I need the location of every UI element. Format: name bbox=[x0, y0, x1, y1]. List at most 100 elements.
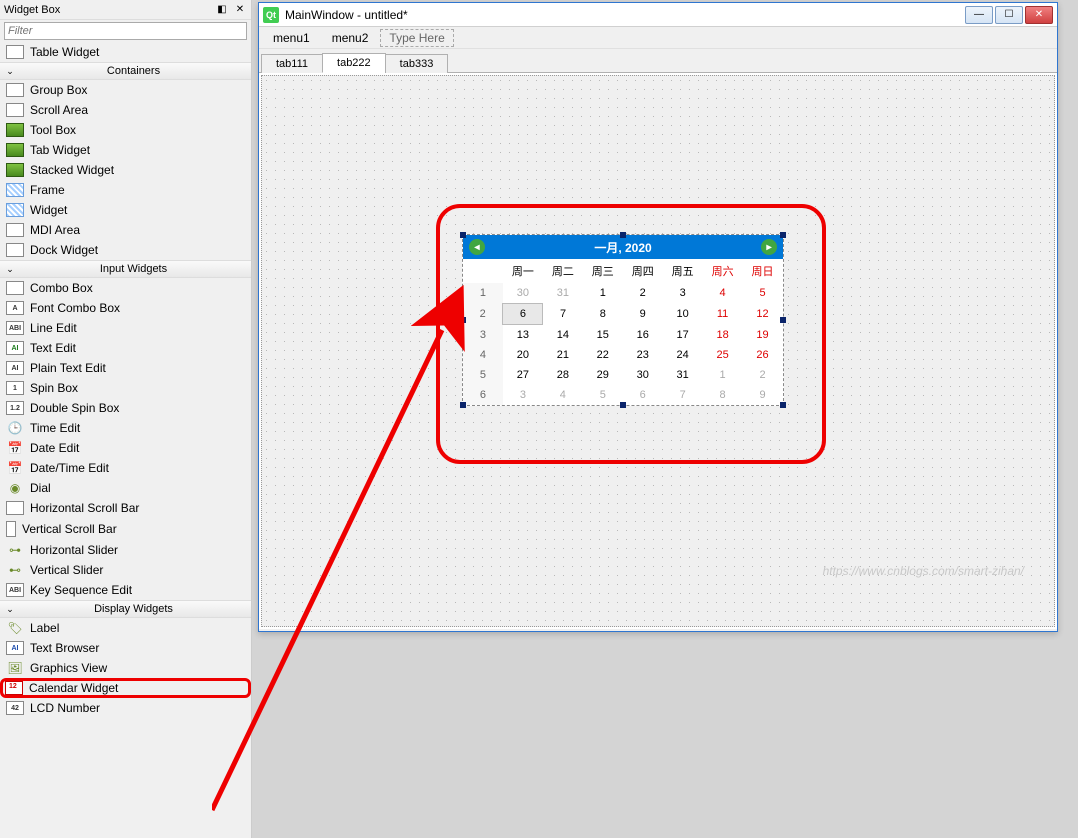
widget-date-edit[interactable]: 📅Date Edit bbox=[0, 438, 251, 458]
widget-horizontal-slider[interactable]: ⊶Horizontal Slider bbox=[0, 540, 251, 560]
calendar-day[interactable]: 25 bbox=[703, 345, 743, 365]
resize-handle[interactable] bbox=[780, 232, 786, 238]
calendar-day[interactable]: 20 bbox=[503, 345, 543, 365]
calendar-day[interactable]: 22 bbox=[583, 345, 623, 365]
calendar-day[interactable]: 9 bbox=[623, 304, 663, 325]
calendar-day[interactable]: 29 bbox=[583, 365, 623, 385]
calendar-widget[interactable]: ◂ 一月, 2020 ▸ 周一周二周三周四周五周六周日 130311234526… bbox=[462, 234, 784, 406]
widget-text-browser[interactable]: AIText Browser bbox=[0, 638, 251, 658]
calendar-day[interactable]: 3 bbox=[663, 283, 703, 304]
calendar-day[interactable]: 23 bbox=[623, 345, 663, 365]
section-input-widgets[interactable]: ⌄Input Widgets bbox=[0, 260, 251, 278]
widget-text-edit[interactable]: AIText Edit bbox=[0, 338, 251, 358]
widget-plain-text-edit[interactable]: AIPlain Text Edit bbox=[0, 358, 251, 378]
calendar-day[interactable]: 18 bbox=[703, 325, 743, 346]
widget-dock-widget[interactable]: Dock Widget bbox=[0, 240, 251, 260]
calendar-day[interactable]: 8 bbox=[583, 304, 623, 325]
widget-graphics-view[interactable]: 🖼Graphics View bbox=[0, 658, 251, 678]
widget-scroll-area[interactable]: Scroll Area bbox=[0, 100, 251, 120]
widget-lcd-number[interactable]: 42LCD Number bbox=[0, 698, 251, 718]
widget-font-combo-box[interactable]: AFont Combo Box bbox=[0, 298, 251, 318]
calendar-day[interactable]: 8 bbox=[703, 385, 743, 405]
resize-handle[interactable] bbox=[460, 232, 466, 238]
calendar-day[interactable]: 1 bbox=[583, 283, 623, 304]
close-icon[interactable]: ✕ bbox=[233, 3, 247, 17]
widget-calendar-widget[interactable]: Calendar Widget bbox=[0, 678, 251, 698]
calendar-day[interactable]: 16 bbox=[623, 325, 663, 346]
widget-horizontal-scroll-bar[interactable]: Horizontal Scroll Bar bbox=[0, 498, 251, 518]
widget-vertical-scroll-bar[interactable]: Vertical Scroll Bar bbox=[0, 518, 251, 540]
prev-month-button[interactable]: ◂ bbox=[469, 239, 485, 255]
widget-stacked-widget[interactable]: Stacked Widget bbox=[0, 160, 251, 180]
minimize-button[interactable]: — bbox=[965, 6, 993, 24]
calendar-day[interactable]: 5 bbox=[743, 283, 783, 304]
calendar-day[interactable]: 2 bbox=[623, 283, 663, 304]
resize-handle[interactable] bbox=[460, 317, 466, 323]
widget-mdi-area[interactable]: MDI Area bbox=[0, 220, 251, 240]
menu-menu2[interactable]: menu2 bbox=[322, 29, 379, 47]
calendar-day[interactable]: 11 bbox=[703, 304, 743, 325]
widget-widget[interactable]: Widget bbox=[0, 200, 251, 220]
calendar-day[interactable]: 7 bbox=[663, 385, 703, 405]
calendar-day[interactable]: 24 bbox=[663, 345, 703, 365]
calendar-day[interactable]: 19 bbox=[743, 325, 783, 346]
calendar-day[interactable]: 3 bbox=[503, 385, 543, 405]
calendar-day[interactable]: 7 bbox=[543, 304, 583, 325]
detach-icon[interactable]: ◧ bbox=[215, 3, 229, 17]
calendar-day[interactable]: 21 bbox=[543, 345, 583, 365]
tab-tab222[interactable]: tab222 bbox=[322, 53, 386, 73]
calendar-day[interactable]: 5 bbox=[583, 385, 623, 405]
calendar-day[interactable]: 4 bbox=[703, 283, 743, 304]
filter-input[interactable] bbox=[4, 22, 247, 40]
calendar-day[interactable]: 13 bbox=[503, 325, 543, 346]
maximize-button[interactable]: ☐ bbox=[995, 6, 1023, 24]
resize-handle[interactable] bbox=[780, 402, 786, 408]
calendar-day[interactable]: 30 bbox=[623, 365, 663, 385]
calendar-month-year[interactable]: 一月, 2020 bbox=[594, 239, 651, 256]
widget-date-time-edit[interactable]: 📅Date/Time Edit bbox=[0, 458, 251, 478]
widget-key-sequence-edit[interactable]: ABIKey Sequence Edit bbox=[0, 580, 251, 600]
section-display-widgets[interactable]: ⌄Display Widgets bbox=[0, 600, 251, 618]
resize-handle[interactable] bbox=[620, 402, 626, 408]
calendar-day[interactable]: 31 bbox=[543, 283, 583, 304]
widget-tool-box[interactable]: Tool Box bbox=[0, 120, 251, 140]
calendar-day[interactable]: 15 bbox=[583, 325, 623, 346]
widget-spin-box[interactable]: 1Spin Box bbox=[0, 378, 251, 398]
widget-vertical-slider[interactable]: ⊷Vertical Slider bbox=[0, 560, 251, 580]
resize-handle[interactable] bbox=[620, 232, 626, 238]
calendar-day[interactable]: 9 bbox=[743, 385, 783, 405]
widget-double-spin-box[interactable]: 1.2Double Spin Box bbox=[0, 398, 251, 418]
menu-menu1[interactable]: menu1 bbox=[263, 29, 320, 47]
widget-time-edit[interactable]: 🕒Time Edit bbox=[0, 418, 251, 438]
calendar-day[interactable]: 26 bbox=[743, 345, 783, 365]
calendar-day[interactable]: 14 bbox=[543, 325, 583, 346]
calendar-day[interactable]: 2 bbox=[743, 365, 783, 385]
tab-tab111[interactable]: tab111 bbox=[261, 54, 323, 73]
menu-type-here[interactable]: Type Here bbox=[380, 29, 453, 47]
calendar-day[interactable]: 6 bbox=[503, 304, 543, 325]
widget-combo-box[interactable]: Combo Box bbox=[0, 278, 251, 298]
widget-label[interactable]: 🏷Label bbox=[0, 618, 251, 638]
widget-tree[interactable]: Table Widget ⌄Containers Group Box Scrol… bbox=[0, 42, 251, 838]
calendar-day[interactable]: 17 bbox=[663, 325, 703, 346]
close-button[interactable]: ✕ bbox=[1025, 6, 1053, 24]
calendar-day[interactable]: 28 bbox=[543, 365, 583, 385]
calendar-day[interactable]: 12 bbox=[743, 304, 783, 325]
calendar-day[interactable]: 1 bbox=[703, 365, 743, 385]
form-canvas[interactable]: ◂ 一月, 2020 ▸ 周一周二周三周四周五周六周日 130311234526… bbox=[261, 75, 1055, 627]
calendar-day[interactable]: 10 bbox=[663, 304, 703, 325]
calendar-day[interactable]: 4 bbox=[543, 385, 583, 405]
resize-handle[interactable] bbox=[460, 402, 466, 408]
widget-table-widget[interactable]: Table Widget bbox=[0, 42, 251, 62]
form-area[interactable]: ◂ 一月, 2020 ▸ 周一周二周三周四周五周六周日 130311234526… bbox=[259, 73, 1057, 629]
widget-frame[interactable]: Frame bbox=[0, 180, 251, 200]
calendar-day[interactable]: 6 bbox=[623, 385, 663, 405]
tab-tab333[interactable]: tab333 bbox=[385, 54, 449, 73]
resize-handle[interactable] bbox=[780, 317, 786, 323]
widget-group-box[interactable]: Group Box bbox=[0, 80, 251, 100]
widget-dial[interactable]: ◉Dial bbox=[0, 478, 251, 498]
calendar-day[interactable]: 27 bbox=[503, 365, 543, 385]
next-month-button[interactable]: ▸ bbox=[761, 239, 777, 255]
widget-tab-widget[interactable]: Tab Widget bbox=[0, 140, 251, 160]
section-containers[interactable]: ⌄Containers bbox=[0, 62, 251, 80]
